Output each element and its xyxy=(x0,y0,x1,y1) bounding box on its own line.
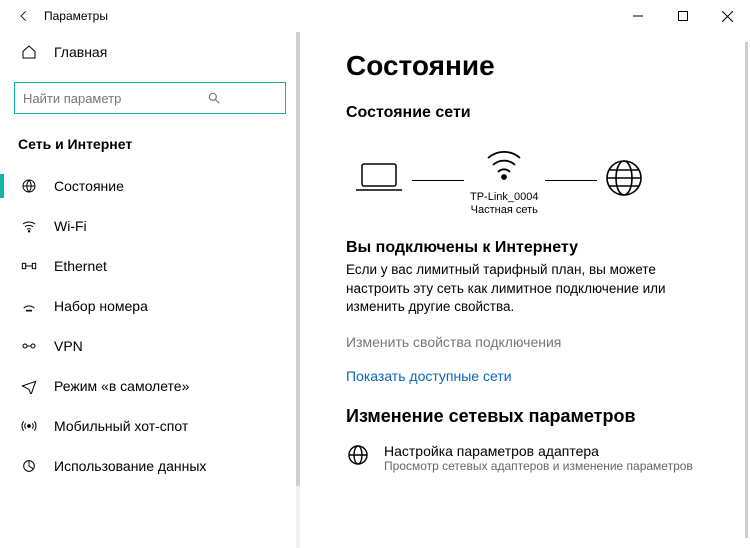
ethernet-icon xyxy=(20,257,38,275)
maximize-button[interactable] xyxy=(660,0,705,32)
globe-icon xyxy=(603,157,645,204)
network-diagram: TP-Link_0004 Частная сеть xyxy=(346,140,732,221)
sidebar-item-label: Набор номера xyxy=(54,298,148,314)
change-net-params-heading: Изменение сетевых параметров xyxy=(346,406,732,427)
dialup-icon xyxy=(20,297,38,315)
sidebar-item-dialup[interactable]: Набор номера xyxy=(0,286,300,326)
net-status-heading: Состояние сети xyxy=(346,104,732,122)
adapter-globe-icon xyxy=(346,443,370,472)
sidebar-home[interactable]: Главная xyxy=(0,32,300,72)
search-placeholder: Найти параметр xyxy=(23,91,150,106)
router-wifi-icon xyxy=(482,171,526,188)
sidebar-item-label: VPN xyxy=(54,338,83,354)
data-usage-icon xyxy=(20,457,38,475)
sidebar-item-hotspot[interactable]: Мобильный хот-спот xyxy=(0,406,300,446)
sidebar-home-label: Главная xyxy=(54,44,107,60)
laptop-icon xyxy=(352,158,406,203)
adapter-title: Настройка параметров адаптера xyxy=(384,443,693,459)
sidebar-item-label: Режим «в самолете» xyxy=(54,378,189,394)
page-title: Состояние xyxy=(346,50,732,82)
close-button[interactable] xyxy=(705,0,750,32)
search-icon xyxy=(150,89,277,107)
network-name: TP-Link_0004 xyxy=(470,191,539,204)
back-button[interactable] xyxy=(8,0,40,32)
sidebar-item-datausage[interactable]: Использование данных xyxy=(0,446,300,486)
vpn-icon xyxy=(20,337,38,355)
sidebar-item-wifi[interactable]: Wi-Fi xyxy=(0,206,300,246)
show-available-networks-link[interactable]: Показать доступные сети xyxy=(346,368,732,384)
sidebar-item-label: Состояние xyxy=(54,178,124,194)
sidebar-item-label: Wi-Fi xyxy=(54,218,87,234)
sidebar-item-label: Ethernet xyxy=(54,258,107,274)
hotspot-icon xyxy=(20,417,38,435)
connected-heading: Вы подключены к Интернету xyxy=(346,239,732,257)
airplane-icon xyxy=(20,377,38,395)
search-input[interactable]: Найти параметр xyxy=(14,82,286,114)
status-icon xyxy=(20,177,38,195)
sidebar-item-status[interactable]: Состояние xyxy=(0,166,300,206)
connected-description: Если у вас лимитный тарифный план, вы мо… xyxy=(346,261,716,316)
home-icon xyxy=(20,43,38,61)
sidebar-item-ethernet[interactable]: Ethernet xyxy=(0,246,300,286)
sidebar-item-label: Мобильный хот-спот xyxy=(54,418,188,434)
sidebar-section: Сеть и Интернет xyxy=(0,132,300,166)
wifi-icon xyxy=(20,217,38,235)
adapter-settings-link[interactable]: Настройка параметров адаптера Просмотр с… xyxy=(346,443,732,473)
adapter-desc: Просмотр сетевых адаптеров и изменение п… xyxy=(384,459,693,473)
window-title: Параметры xyxy=(40,9,108,23)
sidebar-item-airplane[interactable]: Режим «в самолете» xyxy=(0,366,300,406)
change-connection-props-link[interactable]: Изменить свойства подключения xyxy=(346,334,732,350)
sidebar-item-label: Использование данных xyxy=(54,458,206,474)
minimize-button[interactable] xyxy=(615,0,660,32)
main-scrollbar[interactable] xyxy=(745,42,748,538)
network-type: Частная сеть xyxy=(470,204,539,217)
sidebar-item-vpn[interactable]: VPN xyxy=(0,326,300,366)
